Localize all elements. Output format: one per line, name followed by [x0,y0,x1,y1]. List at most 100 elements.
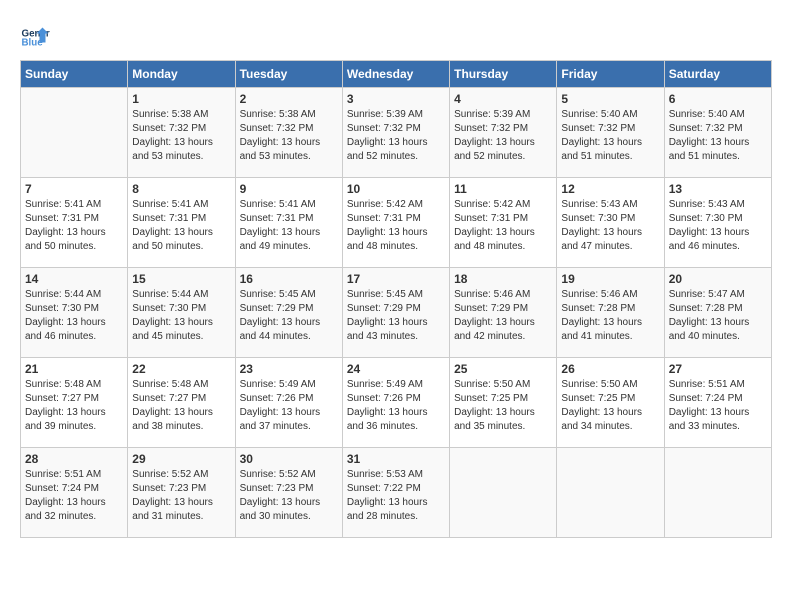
day-info: Sunrise: 5:41 AM Sunset: 7:31 PM Dayligh… [132,198,230,254]
calendar-cell: 7 Sunrise: 5:41 AM Sunset: 7:31 PM Daylig… [21,178,128,268]
day-info: Sunrise: 5:50 AM Sunset: 7:25 PM Dayligh… [561,378,659,434]
day-number: 24 [347,362,445,376]
calendar-cell: 29 Sunrise: 5:52 AM Sunset: 7:23 PM Dayli… [128,448,235,538]
day-number: 18 [454,272,552,286]
calendar-cell: 4Sunrise: 5:39 AM Sunset: 7:32 PM Daylig… [450,88,557,178]
calendar-cell: 31 Sunrise: 5:53 AM Sunset: 7:22 PM Dayli… [342,448,449,538]
day-info: Sunrise: 5:40 AM Sunset: 7:32 PM Dayligh… [669,108,767,164]
weekday-header-cell: Saturday [664,61,771,88]
calendar-cell [21,88,128,178]
day-number: 5 [561,92,659,106]
day-info: Sunrise: 5:41 AM Sunset: 7:31 PM Dayligh… [25,198,123,254]
calendar-cell: 17 Sunrise: 5:45 AM Sunset: 7:29 PM Dayli… [342,268,449,358]
calendar-cell: 19 Sunrise: 5:46 AM Sunset: 7:28 PM Dayli… [557,268,664,358]
day-number: 19 [561,272,659,286]
weekday-header-cell: Wednesday [342,61,449,88]
day-info: Sunrise: 5:38 AM Sunset: 7:32 PM Dayligh… [132,108,230,164]
calendar-cell: 18 Sunrise: 5:46 AM Sunset: 7:29 PM Dayli… [450,268,557,358]
calendar-cell: 6 Sunrise: 5:40 AM Sunset: 7:32 PM Daylig… [664,88,771,178]
day-info: Sunrise: 5:47 AM Sunset: 7:28 PM Dayligh… [669,288,767,344]
day-number: 6 [669,92,767,106]
day-info: Sunrise: 5:45 AM Sunset: 7:29 PM Dayligh… [240,288,338,344]
calendar-cell: 16 Sunrise: 5:45 AM Sunset: 7:29 PM Dayli… [235,268,342,358]
calendar-cell: 2 Sunrise: 5:38 AM Sunset: 7:32 PM Daylig… [235,88,342,178]
calendar-cell: 21Sunrise: 5:48 AM Sunset: 7:27 PM Dayli… [21,358,128,448]
day-number: 11 [454,182,552,196]
logo-icon: General Blue [20,20,50,50]
calendar-cell: 1 Sunrise: 5:38 AM Sunset: 7:32 PM Daylig… [128,88,235,178]
day-number: 17 [347,272,445,286]
calendar-cell: 5 Sunrise: 5:40 AM Sunset: 7:32 PM Daylig… [557,88,664,178]
day-info: Sunrise: 5:48 AM Sunset: 7:27 PM Dayligh… [132,378,230,434]
day-number: 1 [132,92,230,106]
day-info: Sunrise: 5:51 AM Sunset: 7:24 PM Dayligh… [25,468,123,524]
day-info: Sunrise: 5:53 AM Sunset: 7:22 PM Dayligh… [347,468,445,524]
day-number: 28 [25,452,123,466]
day-number: 9 [240,182,338,196]
calendar-week-row: 14 Sunrise: 5:44 AM Sunset: 7:30 PM Dayli… [21,268,772,358]
calendar-cell: 12 Sunrise: 5:43 AM Sunset: 7:30 PM Dayli… [557,178,664,268]
day-number: 25 [454,362,552,376]
day-info: Sunrise: 5:45 AM Sunset: 7:29 PM Dayligh… [347,288,445,344]
day-info: Sunrise: 5:38 AM Sunset: 7:32 PM Dayligh… [240,108,338,164]
day-number: 4 [454,92,552,106]
calendar-cell: 24 Sunrise: 5:49 AM Sunset: 7:26 PM Dayli… [342,358,449,448]
day-number: 10 [347,182,445,196]
day-info: Sunrise: 5:40 AM Sunset: 7:32 PM Dayligh… [561,108,659,164]
weekday-header-cell: Sunday [21,61,128,88]
day-number: 20 [669,272,767,286]
day-info: Sunrise: 5:42 AM Sunset: 7:31 PM Dayligh… [454,198,552,254]
calendar-cell [664,448,771,538]
calendar-cell: 26Sunrise: 5:50 AM Sunset: 7:25 PM Dayli… [557,358,664,448]
day-number: 7 [25,182,123,196]
day-info: Sunrise: 5:43 AM Sunset: 7:30 PM Dayligh… [561,198,659,254]
calendar-cell: 15Sunrise: 5:44 AM Sunset: 7:30 PM Dayli… [128,268,235,358]
day-number: 16 [240,272,338,286]
calendar-cell: 10 Sunrise: 5:42 AM Sunset: 7:31 PM Dayli… [342,178,449,268]
day-info: Sunrise: 5:49 AM Sunset: 7:26 PM Dayligh… [347,378,445,434]
calendar-week-row: 21Sunrise: 5:48 AM Sunset: 7:27 PM Dayli… [21,358,772,448]
calendar-cell: 27 Sunrise: 5:51 AM Sunset: 7:24 PM Dayli… [664,358,771,448]
day-number: 22 [132,362,230,376]
day-info: Sunrise: 5:46 AM Sunset: 7:28 PM Dayligh… [561,288,659,344]
calendar-cell: 25 Sunrise: 5:50 AM Sunset: 7:25 PM Dayli… [450,358,557,448]
day-number: 30 [240,452,338,466]
day-number: 15 [132,272,230,286]
day-number: 2 [240,92,338,106]
day-info: Sunrise: 5:43 AM Sunset: 7:30 PM Dayligh… [669,198,767,254]
calendar-cell: 20 Sunrise: 5:47 AM Sunset: 7:28 PM Dayli… [664,268,771,358]
day-number: 3 [347,92,445,106]
day-info: Sunrise: 5:48 AM Sunset: 7:27 PM Dayligh… [25,378,123,434]
day-info: Sunrise: 5:52 AM Sunset: 7:23 PM Dayligh… [240,468,338,524]
day-info: Sunrise: 5:46 AM Sunset: 7:29 PM Dayligh… [454,288,552,344]
day-info: Sunrise: 5:42 AM Sunset: 7:31 PM Dayligh… [347,198,445,254]
day-number: 29 [132,452,230,466]
calendar-cell: 9 Sunrise: 5:41 AM Sunset: 7:31 PM Daylig… [235,178,342,268]
calendar-cell: 3Sunrise: 5:39 AM Sunset: 7:32 PM Daylig… [342,88,449,178]
calendar-cell [450,448,557,538]
calendar-table: SundayMondayTuesdayWednesdayThursdayFrid… [20,60,772,538]
day-info: Sunrise: 5:51 AM Sunset: 7:24 PM Dayligh… [669,378,767,434]
calendar-cell [557,448,664,538]
day-info: Sunrise: 5:41 AM Sunset: 7:31 PM Dayligh… [240,198,338,254]
weekday-header-cell: Tuesday [235,61,342,88]
day-info: Sunrise: 5:50 AM Sunset: 7:25 PM Dayligh… [454,378,552,434]
calendar-week-row: 28 Sunrise: 5:51 AM Sunset: 7:24 PM Dayli… [21,448,772,538]
calendar-cell: 28 Sunrise: 5:51 AM Sunset: 7:24 PM Dayli… [21,448,128,538]
calendar-cell: 14 Sunrise: 5:44 AM Sunset: 7:30 PM Dayli… [21,268,128,358]
day-number: 31 [347,452,445,466]
day-number: 23 [240,362,338,376]
day-number: 8 [132,182,230,196]
day-number: 14 [25,272,123,286]
calendar-cell: 11 Sunrise: 5:42 AM Sunset: 7:31 PM Dayli… [450,178,557,268]
weekday-header-cell: Friday [557,61,664,88]
weekday-header-cell: Monday [128,61,235,88]
day-number: 12 [561,182,659,196]
day-info: Sunrise: 5:52 AM Sunset: 7:23 PM Dayligh… [132,468,230,524]
calendar-cell: 30 Sunrise: 5:52 AM Sunset: 7:23 PM Dayli… [235,448,342,538]
day-number: 13 [669,182,767,196]
day-number: 27 [669,362,767,376]
calendar-cell: 8 Sunrise: 5:41 AM Sunset: 7:31 PM Daylig… [128,178,235,268]
day-info: Sunrise: 5:44 AM Sunset: 7:30 PM Dayligh… [25,288,123,344]
calendar-body: 1 Sunrise: 5:38 AM Sunset: 7:32 PM Daylig… [21,88,772,538]
